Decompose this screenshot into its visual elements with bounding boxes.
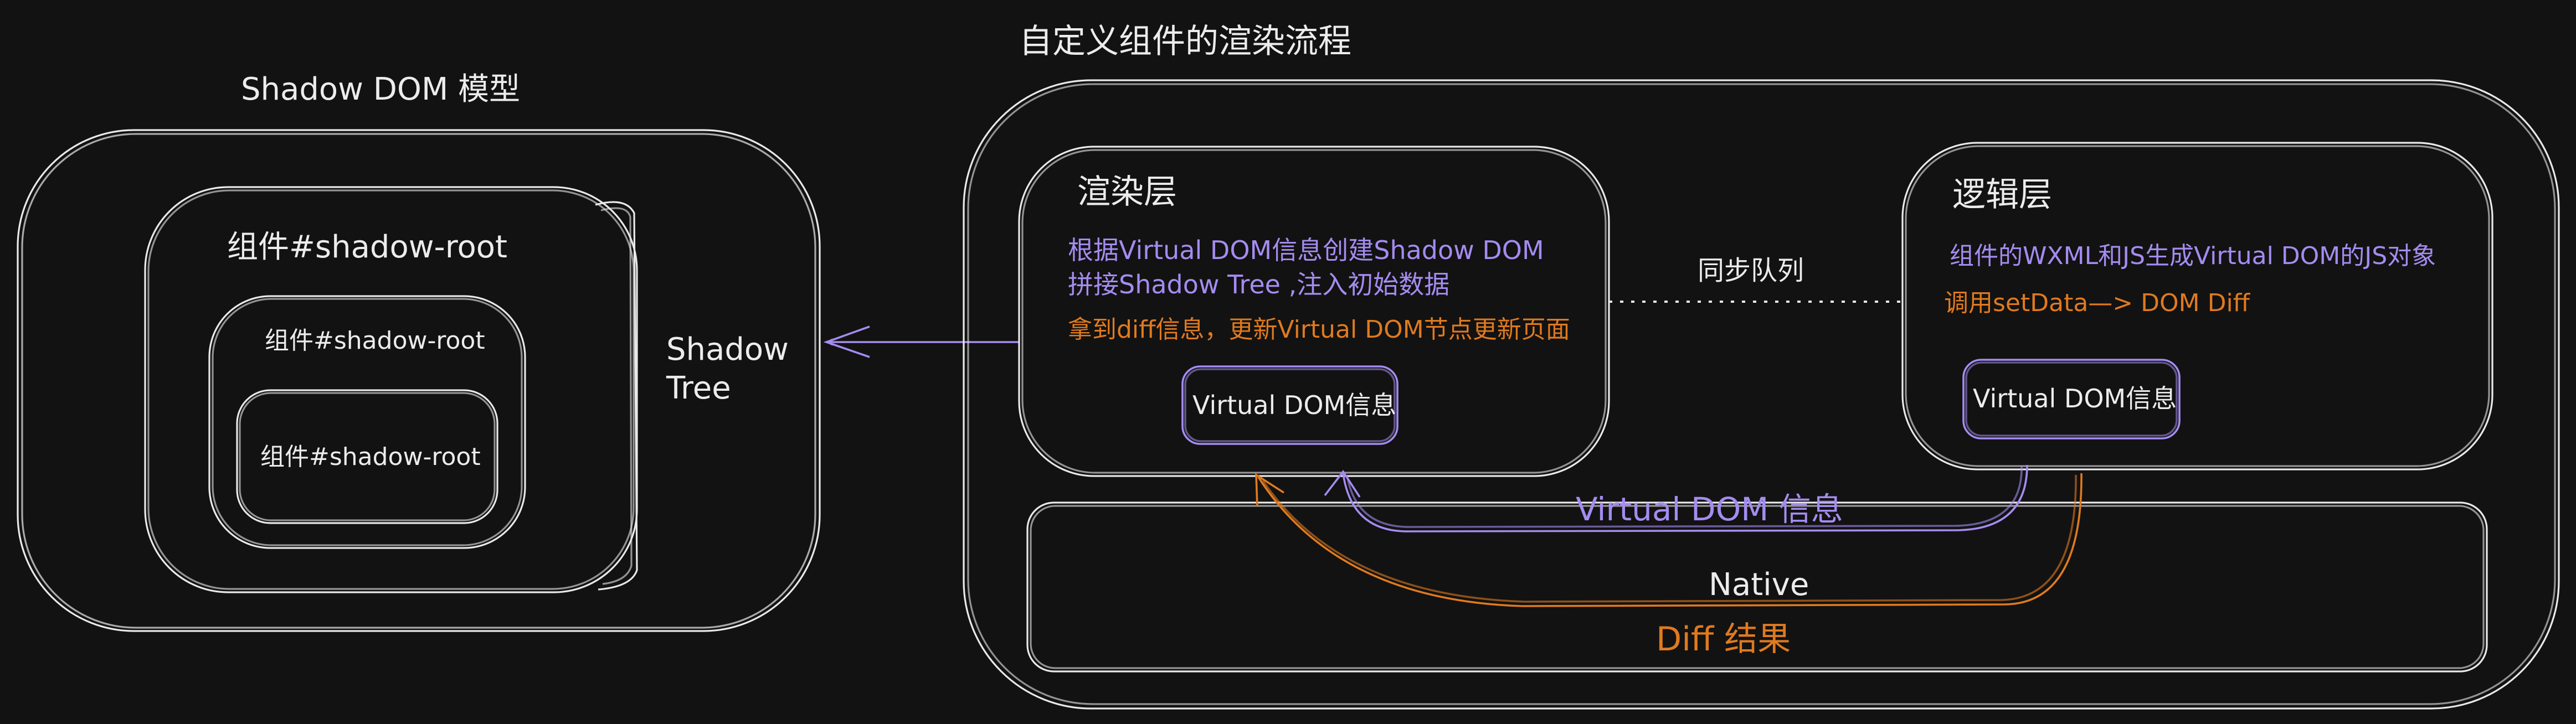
render-flow-title: 自定义组件的渲染流程 (1019, 22, 1351, 61)
render-layer-title: 渲染层 (1077, 173, 1177, 211)
logic-layer-line1: 组件的WXML和JS生成Virtual DOM的JS对象 (1950, 242, 2436, 270)
render-layer-vdom-label: Virtual DOM信息 (1192, 390, 1396, 420)
shadow-root-label: 组件#shadow-root (227, 229, 507, 265)
vdom-transfer-label: Virtual DOM 信息 (1576, 490, 1843, 528)
shadow-tree-label-line2: Tree (666, 370, 731, 406)
logic-layer-vdom-label: Virtual DOM信息 (1973, 384, 2177, 413)
native-label: Native (1709, 567, 1809, 603)
shadow-dom-model-title: Shadow DOM 模型 (241, 71, 520, 107)
sync-queue-label: 同步队列 (1698, 255, 1804, 286)
render-layer-line1: 根据Virtual DOM信息创建Shadow DOM (1068, 235, 1544, 265)
diff-result-label: Diff 结果 (1656, 620, 1791, 659)
render-layer-line3: 拿到diff信息，更新Virtual DOM节点更新页面 (1068, 316, 1570, 344)
shadow-tree-label-line1: Shadow (666, 332, 789, 368)
shadow-root-inner-label: 组件#shadow-root (260, 443, 481, 471)
logic-layer-title: 逻辑层 (1952, 175, 2052, 214)
shadow-root-mid-label: 组件#shadow-root (265, 327, 485, 355)
render-layer-line2: 拼接Shadow Tree ,注入初始数据 (1068, 270, 1449, 299)
logic-layer-line2: 调用setData—> DOM Diff (1944, 289, 2251, 317)
diagram-canvas: Shadow DOM 模型 组件#shadow-root 组件#shadow-r… (17, 22, 2560, 710)
